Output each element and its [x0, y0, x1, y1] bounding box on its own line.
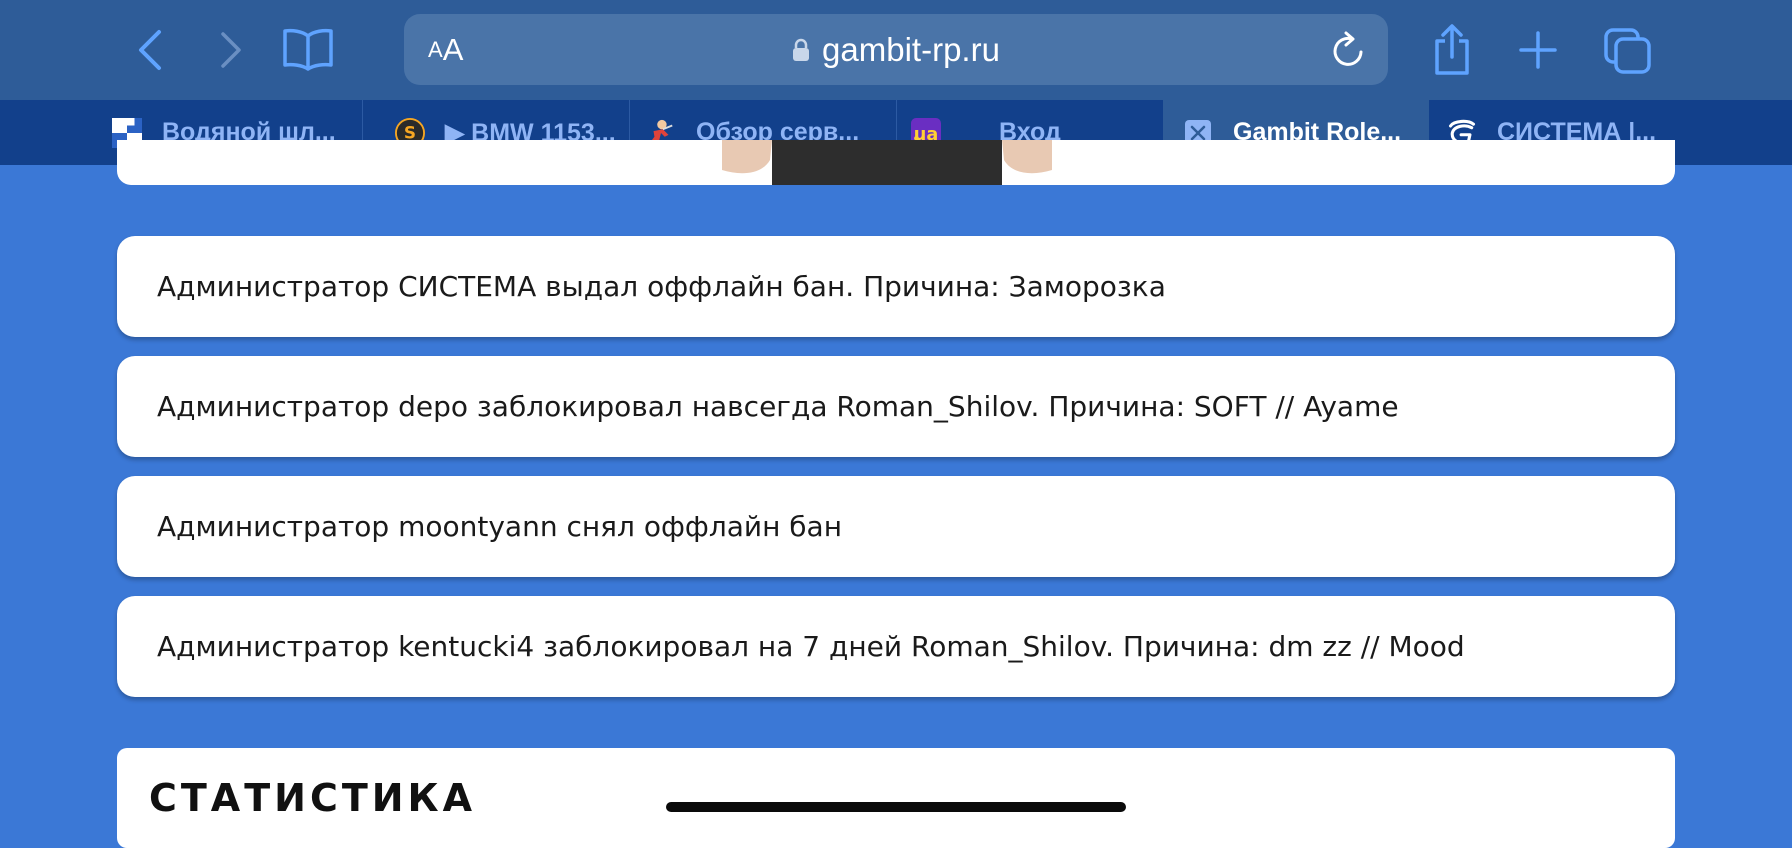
url-display[interactable]: gambit-rp.ru — [404, 14, 1388, 85]
statistics-card: СТАТИСТИКА — [117, 748, 1675, 848]
log-item: Администратор kentucki4 заблокировал на … — [117, 596, 1675, 697]
log-item: Администратор moontyann снял оффлайн бан — [117, 476, 1675, 577]
back-chevron-icon[interactable] — [128, 28, 172, 72]
profile-card — [117, 140, 1675, 185]
log-item-text: Администратор depo заблокировал навсегда… — [157, 390, 1399, 423]
tabs-overview-icon[interactable] — [1604, 28, 1652, 74]
log-item-text: Администратор СИСТЕМА выдал оффлайн бан.… — [157, 270, 1166, 303]
reload-icon[interactable] — [1330, 31, 1366, 73]
new-tab-plus-icon[interactable] — [1518, 30, 1558, 70]
url-text: gambit-rp.ru — [822, 30, 1000, 68]
forward-chevron-icon[interactable] — [208, 28, 252, 72]
home-indicator[interactable] — [666, 802, 1126, 812]
share-icon[interactable] — [1430, 22, 1474, 78]
lock-icon — [792, 38, 810, 62]
character-image — [722, 140, 1052, 185]
bookmarks-book-icon[interactable] — [282, 26, 334, 72]
log-item-text: Администратор kentucki4 заблокировал на … — [157, 630, 1465, 663]
statistics-title: СТАТИСТИКА — [149, 776, 477, 820]
address-bar[interactable]: AA gambit-rp.ru — [404, 14, 1388, 85]
log-item: Администратор depo заблокировал навсегда… — [117, 356, 1675, 457]
log-item: Администратор СИСТЕМА выдал оффлайн бан.… — [117, 236, 1675, 337]
log-item-text: Администратор moontyann снял оффлайн бан — [157, 510, 843, 543]
browser-toolbar: AA gambit-rp.ru — [0, 0, 1792, 100]
